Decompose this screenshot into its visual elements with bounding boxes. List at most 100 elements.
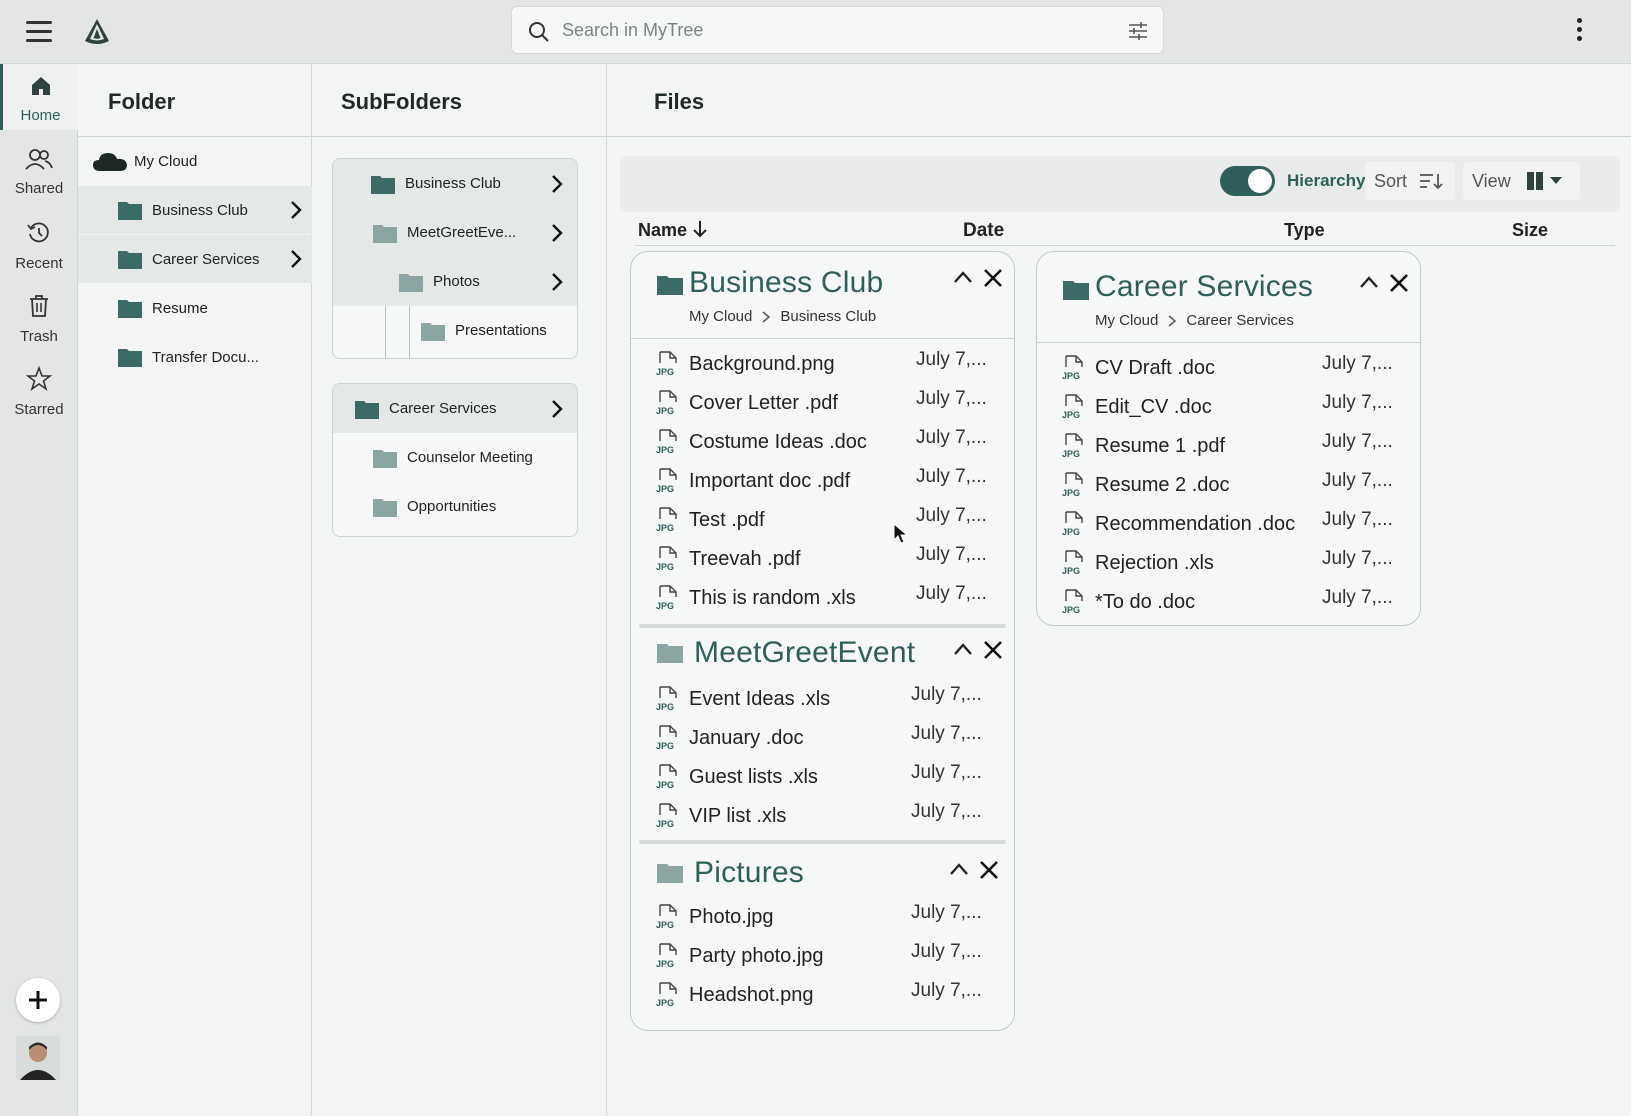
hierarchy-toggle[interactable] [1220,166,1275,196]
subfolder-row-counselor[interactable]: Counselor Meeting [333,433,577,482]
chevron-right-icon[interactable] [290,200,302,220]
tree-item-label: Transfer Docu... [152,348,259,366]
file-row[interactable]: JPG Rejection .xls July 7,... [1037,544,1420,583]
file-date: July 7,... [911,980,982,1001]
file-row[interactable]: JPG Background.png July 7,... [631,345,1014,384]
subfolder-row-meetgreet[interactable]: MeetGreetEve... [333,208,577,257]
chevron-up-icon[interactable] [1359,275,1379,289]
header-date[interactable]: Date [963,220,1004,248]
nav-shared[interactable]: Shared [0,137,78,203]
file-row[interactable]: JPG *To do .doc July 7,... [1037,583,1420,622]
nav-starred[interactable]: Starred [0,356,78,422]
file-date: July 7,... [911,941,982,962]
svg-text:JPG: JPG [656,819,674,829]
file-name: Photo.jpg [689,906,774,928]
file-date: July 7,... [911,762,982,783]
svg-text:JPG: JPG [656,367,674,377]
chevron-right-icon[interactable] [551,272,563,292]
header-type[interactable]: Type [1284,220,1325,248]
avatar[interactable] [16,1036,60,1080]
sort-button[interactable]: Sort [1365,162,1455,200]
header-name[interactable]: Name [638,220,708,248]
search-input[interactable] [562,15,1102,45]
tree-item-career-services[interactable]: Career Services [78,235,312,283]
nav-home[interactable]: Home [0,64,78,130]
close-icon[interactable] [979,860,999,880]
chevron-right-icon[interactable] [290,249,302,269]
file-row[interactable]: JPG Recommendation .doc July 7,... [1037,505,1420,544]
nav-trash[interactable]: Trash [0,283,78,349]
file-row[interactable]: JPG Headshot.png July 7,... [631,976,1014,1015]
search-icon[interactable] [528,21,550,43]
file-row[interactable]: JPG VIP list .xls July 7,... [631,797,1014,836]
breadcrumb-root[interactable]: My Cloud [1095,312,1158,329]
file-row[interactable]: JPG This is random .xls July 7,... [631,579,1014,618]
subfolder-row-opportunities[interactable]: Opportunities [333,482,577,531]
file-row[interactable]: JPG Cover Letter .pdf July 7,... [631,384,1014,423]
nav-recent[interactable]: Recent [0,210,78,276]
file-row[interactable]: JPG CV Draft .doc July 7,... [1037,349,1420,388]
svg-text:JPG: JPG [1062,488,1080,498]
chevron-up-icon[interactable] [953,270,973,284]
file-date: July 7,... [916,388,987,409]
tree-item-resume[interactable]: Resume [78,284,312,332]
chevron-right-icon[interactable] [551,223,563,243]
chevron-up-icon[interactable] [949,862,969,876]
tree-item-transfer-docu[interactable]: Transfer Docu... [78,333,312,381]
chevron-right-icon[interactable] [551,399,563,419]
folder-icon [118,202,142,220]
close-icon[interactable] [983,640,1003,660]
tree-item-business-club[interactable]: Business Club [78,186,312,234]
chevron-up-icon[interactable] [953,642,973,656]
group-title: Pictures [694,856,804,889]
jpg-file-icon: JPG [1062,589,1083,615]
file-name: Treevah .pdf [689,548,801,570]
file-date: July 7,... [916,505,987,526]
file-row[interactable]: JPG Treevah .pdf July 7,... [631,540,1014,579]
subfolder-row-business-club[interactable]: Business Club [333,159,577,208]
view-button[interactable]: View [1463,162,1580,200]
tree-item-my-cloud[interactable]: My Cloud [78,137,312,185]
close-icon[interactable] [1389,273,1409,293]
folder-icon [1063,281,1089,300]
header-size[interactable]: Size [1512,220,1548,248]
file-row[interactable]: JPG Resume 1 .pdf July 7,... [1037,427,1420,466]
svg-text:JPG: JPG [656,601,674,611]
folder-column: Folder My Cloud Business Club Career Ser… [78,64,312,1116]
file-row[interactable]: JPG Costume Ideas .doc July 7,... [631,423,1014,462]
jpg-file-icon: JPG [656,904,677,930]
files-column: Files Hierarchy Sort View Name Date Type… [607,64,1631,1116]
add-button[interactable] [16,978,60,1022]
file-date: July 7,... [916,544,987,565]
file-row[interactable]: JPG Edit_CV .doc July 7,... [1037,388,1420,427]
more-options-icon[interactable] [1574,18,1584,44]
file-name: Headshot.png [689,984,814,1006]
file-row[interactable]: JPG Important doc .pdf July 7,... [631,462,1014,501]
file-row[interactable]: JPG Event Ideas .xls July 7,... [631,680,1014,719]
close-icon[interactable] [983,268,1003,288]
menu-icon[interactable] [26,21,52,42]
jpg-file-icon: JPG [1062,355,1083,381]
folder-icon [657,276,683,295]
file-row[interactable]: JPG Resume 2 .doc July 7,... [1037,466,1420,505]
file-row[interactable]: JPG January .doc July 7,... [631,719,1014,758]
subfolder-row-career-services[interactable]: Career Services [333,384,577,433]
file-date: July 7,... [916,583,987,604]
breadcrumb-leaf[interactable]: Business Club [780,308,876,325]
subfolder-row-photos[interactable]: Photos [333,257,577,306]
file-row[interactable]: JPG Party photo.jpg July 7,... [631,937,1014,976]
file-row[interactable]: JPG Photo.jpg July 7,... [631,898,1014,937]
folder-icon [118,349,142,367]
filter-icon[interactable] [1127,20,1149,42]
chevron-right-icon[interactable] [551,174,563,194]
file-row[interactable]: JPG Test .pdf July 7,... [631,501,1014,540]
folder-icon [355,400,379,419]
svg-text:JPG: JPG [656,920,674,930]
breadcrumb-leaf[interactable]: Career Services [1186,312,1294,329]
file-date: July 7,... [1322,587,1393,608]
breadcrumb-root[interactable]: My Cloud [689,308,752,325]
file-row[interactable]: JPG Guest lists .xls July 7,... [631,758,1014,797]
svg-text:JPG: JPG [656,484,674,494]
subfolder-row-presentations[interactable]: Presentations [333,306,577,355]
subfolder-label: MeetGreetEve... [407,224,517,241]
